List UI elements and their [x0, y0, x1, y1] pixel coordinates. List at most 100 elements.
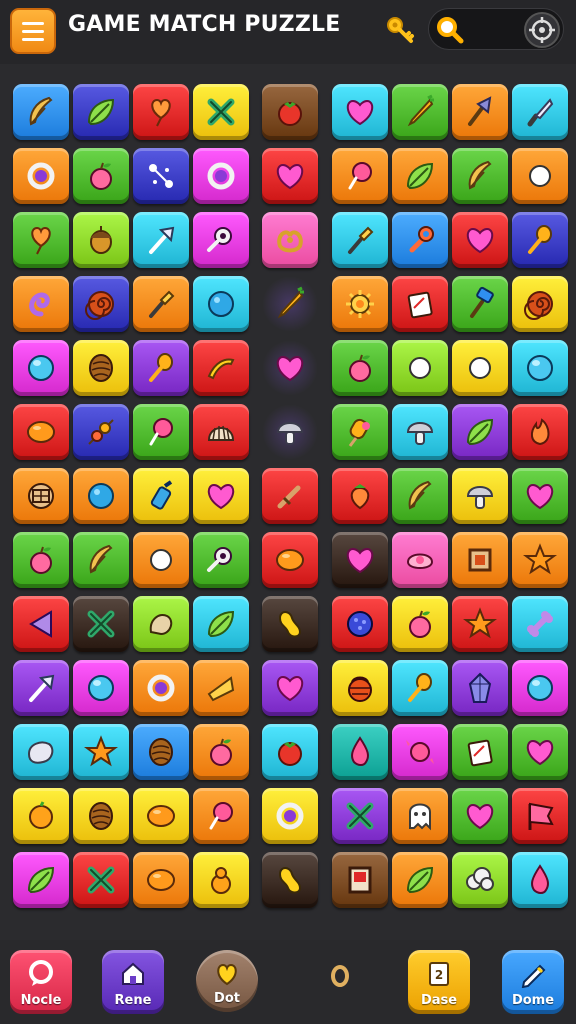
- rock-tile[interactable]: [13, 724, 69, 780]
- nav-dot-button[interactable]: Dot: [196, 950, 258, 1012]
- bottle-tile[interactable]: [133, 468, 189, 524]
- spoon-tile[interactable]: [133, 340, 189, 396]
- nav-dome-button[interactable]: Dome: [502, 950, 564, 1014]
- gourd-tile[interactable]: [193, 852, 249, 908]
- feather-tile[interactable]: [13, 84, 69, 140]
- knife-tile[interactable]: [512, 84, 568, 140]
- ring-tile[interactable]: [133, 660, 189, 716]
- strawberry-tile[interactable]: [332, 468, 388, 524]
- heart-tile[interactable]: [193, 468, 249, 524]
- triangle-tile[interactable]: [13, 596, 69, 652]
- heart-balloon-tile[interactable]: [133, 84, 189, 140]
- flag-tile[interactable]: [512, 788, 568, 844]
- card-tile[interactable]: [392, 276, 448, 332]
- feather-tile[interactable]: [452, 148, 508, 204]
- apple-tile[interactable]: [392, 596, 448, 652]
- shield-tile[interactable]: [512, 148, 568, 204]
- spiral-tile[interactable]: [512, 276, 568, 332]
- brush-tile[interactable]: [133, 276, 189, 332]
- heart-balloon-tile[interactable]: [13, 212, 69, 268]
- popsicle-tile[interactable]: [332, 404, 388, 460]
- heart-tile[interactable]: [262, 148, 318, 204]
- carrot-tile[interactable]: [262, 276, 318, 332]
- heart-tile[interactable]: [332, 532, 388, 588]
- hammer-tile[interactable]: [452, 276, 508, 332]
- cookie-tile[interactable]: [13, 468, 69, 524]
- crystal-tile[interactable]: [452, 660, 508, 716]
- ball-tile[interactable]: [193, 276, 249, 332]
- heart-tile[interactable]: [512, 724, 568, 780]
- pick-tile[interactable]: [452, 84, 508, 140]
- swirl-tile[interactable]: [13, 276, 69, 332]
- orb-tile[interactable]: [73, 660, 129, 716]
- orb-tile[interactable]: [512, 660, 568, 716]
- cross-tile[interactable]: [332, 788, 388, 844]
- apple-tile[interactable]: [193, 724, 249, 780]
- lemon-tile[interactable]: [262, 532, 318, 588]
- apple-tile[interactable]: [73, 148, 129, 204]
- feather-tile[interactable]: [73, 532, 129, 588]
- nav-dase-button[interactable]: 2 Dase: [408, 950, 470, 1014]
- heart-tile[interactable]: [512, 468, 568, 524]
- ring-tile[interactable]: [193, 148, 249, 204]
- spoon-tile[interactable]: [392, 660, 448, 716]
- leaf-tile[interactable]: [452, 404, 508, 460]
- ring-tile[interactable]: [262, 788, 318, 844]
- leaf-tile[interactable]: [13, 852, 69, 908]
- skewer-tile[interactable]: [73, 404, 129, 460]
- ghost-tile[interactable]: [392, 788, 448, 844]
- spiral-tile[interactable]: [73, 276, 129, 332]
- mushroom-tile[interactable]: [452, 468, 508, 524]
- bag-tile[interactable]: [133, 532, 189, 588]
- key-tile[interactable]: [193, 532, 249, 588]
- pretzel-tile[interactable]: [262, 212, 318, 268]
- nut-tile[interactable]: [73, 788, 129, 844]
- leaf-tile[interactable]: [392, 148, 448, 204]
- heart-tile[interactable]: [452, 788, 508, 844]
- star-tile[interactable]: [512, 532, 568, 588]
- gem-tile[interactable]: [452, 340, 508, 396]
- sword-tile[interactable]: [262, 468, 318, 524]
- bun-tile[interactable]: [392, 532, 448, 588]
- card-tile[interactable]: [452, 724, 508, 780]
- flame-tile[interactable]: [512, 404, 568, 460]
- nav-rene-button[interactable]: Rene: [102, 950, 164, 1014]
- bone-tile[interactable]: [512, 596, 568, 652]
- tomato-tile[interactable]: [262, 84, 318, 140]
- heart-tile[interactable]: [262, 340, 318, 396]
- shell-tile[interactable]: [193, 404, 249, 460]
- ring-tile[interactable]: [13, 148, 69, 204]
- orb-tile[interactable]: [13, 340, 69, 396]
- leaf-tile[interactable]: [193, 596, 249, 652]
- leaf-tile[interactable]: [392, 852, 448, 908]
- nut-tile[interactable]: [133, 724, 189, 780]
- lemon-tile[interactable]: [133, 788, 189, 844]
- ball-tile[interactable]: [73, 468, 129, 524]
- mushroom-tile[interactable]: [262, 404, 318, 460]
- arrow-tile[interactable]: [13, 660, 69, 716]
- potato-tile[interactable]: [133, 596, 189, 652]
- heart-tile[interactable]: [332, 84, 388, 140]
- sparkle-tile[interactable]: [133, 148, 189, 204]
- cloud-tile[interactable]: [452, 852, 508, 908]
- box-tile[interactable]: [332, 852, 388, 908]
- peanut-tile[interactable]: [262, 852, 318, 908]
- basket-tile[interactable]: [332, 660, 388, 716]
- frame-tile[interactable]: [452, 532, 508, 588]
- lollipop-tile[interactable]: [332, 148, 388, 204]
- feather-tile[interactable]: [392, 468, 448, 524]
- nut-tile[interactable]: [73, 340, 129, 396]
- brush-tile[interactable]: [332, 212, 388, 268]
- lemon-tile[interactable]: [133, 852, 189, 908]
- leaf-tile[interactable]: [73, 84, 129, 140]
- cheese-tile[interactable]: [193, 660, 249, 716]
- heart-tile[interactable]: [262, 660, 318, 716]
- flower-tile[interactable]: [392, 340, 448, 396]
- heart-tile[interactable]: [452, 212, 508, 268]
- candy-tile[interactable]: [392, 724, 448, 780]
- cross-tile[interactable]: [193, 84, 249, 140]
- mushroom-tile[interactable]: [392, 404, 448, 460]
- peanut-tile[interactable]: [262, 596, 318, 652]
- berry-tile[interactable]: [332, 596, 388, 652]
- drop-tile[interactable]: [332, 724, 388, 780]
